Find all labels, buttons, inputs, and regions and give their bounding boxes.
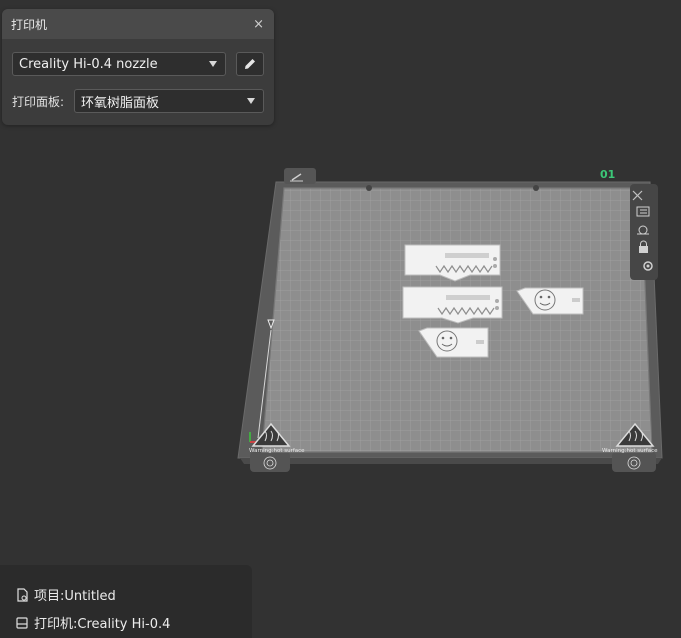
nozzle-select-value: Creality Hi-0.4 nozzle: [19, 56, 158, 72]
plate-row: 打印面板: 环氧树脂面板: [12, 89, 264, 113]
printer-panel-header: 打印机 ×: [2, 9, 274, 39]
plate-type-label: 打印面板:: [12, 94, 65, 109]
printer-name: 打印机:Creality Hi-0.4: [34, 617, 171, 632]
plate-index-label: 01: [600, 168, 615, 181]
project-info: 项目:Untitled 打印机:Creality Hi-0.4: [0, 565, 252, 638]
printer-panel-title: 打印机: [11, 17, 48, 32]
chevron-down-icon: [209, 61, 217, 67]
close-icon[interactable]: ×: [253, 18, 264, 31]
model-part-2[interactable]: [402, 286, 503, 324]
warning-text-left: Warning:hot surface: [249, 448, 305, 454]
nozzle-row: Creality Hi-0.4 nozzle: [12, 52, 264, 76]
plate-toolbar: [630, 184, 658, 280]
edit-printer-button[interactable]: [236, 52, 264, 76]
printer-line: 打印机:Creality Hi-0.4: [15, 613, 170, 632]
plate-type-select[interactable]: 环氧树脂面板: [74, 89, 264, 113]
project-name: 项目:Untitled: [34, 589, 116, 604]
pencil-icon: [245, 59, 255, 69]
chevron-down-icon: [247, 98, 255, 104]
printer-panel: 打印机 × Creality Hi-0.4 nozzle 打印面板: 环氧树脂面…: [2, 9, 274, 125]
warning-text-right: Warning:hot surface: [602, 448, 658, 454]
plate-type-value: 环氧树脂面板: [81, 95, 160, 111]
printer-icon: [16, 616, 28, 629]
nozzle-select[interactable]: Creality Hi-0.4 nozzle: [12, 52, 226, 76]
project-line: 项目:Untitled: [15, 585, 116, 604]
file-icon: [17, 587, 28, 602]
